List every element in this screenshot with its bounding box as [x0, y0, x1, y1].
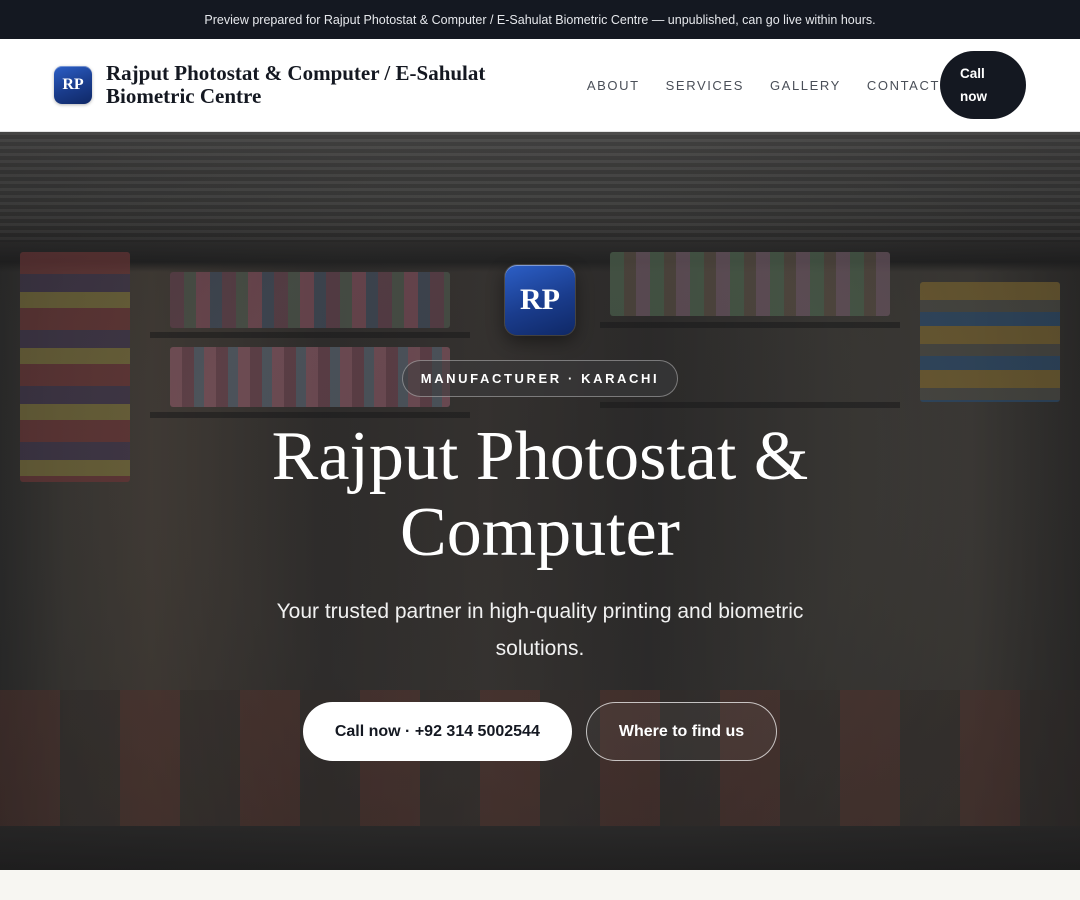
hero-content: RP MANUFACTURER · KARACHI Rajput Photost… — [0, 265, 1080, 761]
nav-link-gallery[interactable]: GALLERY — [770, 78, 841, 93]
brand[interactable]: RP Rajput Photostat & Computer / E-Sahul… — [54, 62, 524, 108]
hero-logo: RP — [505, 265, 575, 335]
call-now-button[interactable]: Call now · +92 314 5002544 — [302, 702, 572, 761]
nav-link-services[interactable]: SERVICES — [666, 78, 744, 93]
nav-link-contact[interactable]: CONTACT — [867, 78, 940, 93]
hero-subtitle: Your trusted partner in high-quality pri… — [276, 600, 804, 660]
site-header: RP Rajput Photostat & Computer / E-Sahul… — [0, 39, 1080, 132]
hero-actions: Call now · +92 314 5002544 Where to find… — [302, 702, 778, 761]
hero-location-badge: MANUFACTURER · KARACHI — [401, 360, 679, 397]
preview-banner-text: Preview prepared for Rajput Photostat & … — [204, 12, 876, 27]
main-nav: ABOUT SERVICES GALLERY CONTACT Call now — [587, 51, 1026, 119]
find-us-button[interactable]: Where to find us — [585, 702, 778, 761]
header-call-button[interactable]: Call now — [940, 51, 1026, 119]
preview-banner: Preview prepared for Rajput Photostat & … — [0, 0, 1080, 39]
brand-name[interactable]: Rajput Photostat & Computer / E-Sahulat … — [106, 62, 524, 108]
brand-logo[interactable]: RP — [54, 66, 92, 104]
hero-title: Rajput Photostat & Computer — [271, 418, 809, 571]
hero-section: RP MANUFACTURER · KARACHI Rajput Photost… — [0, 132, 1080, 870]
nav-link-about[interactable]: ABOUT — [587, 78, 640, 93]
